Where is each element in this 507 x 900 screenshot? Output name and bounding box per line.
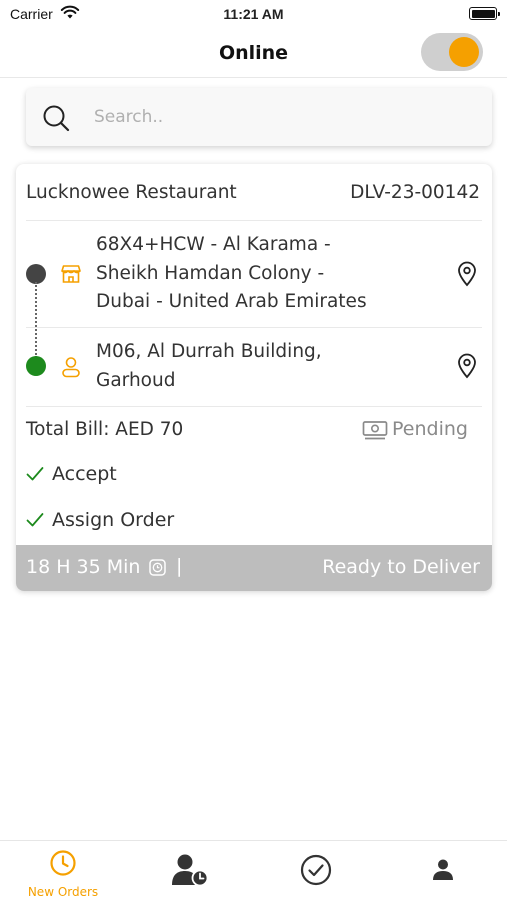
pickup-location-icon[interactable]	[456, 261, 478, 287]
order-card-header: Lucknowee Restaurant DLV-23-00142	[26, 182, 482, 208]
check-icon	[26, 466, 44, 486]
clock-icon	[49, 849, 77, 881]
route-line	[35, 282, 37, 358]
accept-label: Accept	[52, 463, 117, 485]
online-toggle[interactable]	[421, 33, 483, 71]
divider	[26, 327, 482, 328]
pickup-dot	[26, 264, 46, 284]
divider	[26, 406, 482, 407]
delivery-status: Ready to Deliver	[322, 556, 480, 578]
assign-order-action[interactable]: Assign Order	[26, 509, 226, 535]
tab-profile[interactable]	[380, 841, 506, 900]
elapsed-time: 18 H 35 Min	[26, 556, 141, 578]
customer-icon	[59, 355, 83, 379]
drop-address-line: M06, Al Durrah Building,	[96, 341, 322, 362]
pickup-address-line: 68X4+HCW - Al Karama -	[96, 234, 331, 255]
pickup-address-line: Sheikh Hamdan Colony -	[96, 262, 325, 284]
accept-action[interactable]: Accept	[26, 463, 186, 489]
order-footer-bar: 18 H 35 Min | Ready to Deliver	[16, 545, 492, 591]
check-circle-icon	[300, 854, 332, 890]
separator: |	[176, 555, 183, 577]
status-bar: Carrier 11:21 AM	[0, 0, 507, 28]
order-id: DLV-23-00142	[350, 182, 480, 203]
tab-new-orders-label: New Orders	[27, 885, 99, 899]
drop-address: M06, Al Durrah Building, Garhoud	[96, 338, 322, 395]
payment-status: Pending	[362, 418, 476, 444]
store-icon	[59, 262, 83, 286]
pickup-address-line: Dubai - United Arab Emirates	[96, 291, 367, 312]
total-bill: Total Bill: AED 70	[26, 419, 184, 440]
tab-completed[interactable]	[253, 841, 379, 900]
battery-icon	[469, 7, 500, 20]
drop-address-line: Garhoud	[96, 369, 176, 391]
check-icon	[26, 512, 44, 532]
order-card[interactable]: Lucknowee Restaurant DLV-23-00142 68X4+H…	[16, 164, 492, 591]
pickup-address: 68X4+HCW - Al Karama - Sheikh Hamdan Col…	[96, 231, 367, 317]
status-time: 11:21 AM	[223, 6, 284, 22]
search-bar	[26, 88, 492, 146]
timer-icon	[149, 559, 166, 580]
payment-status-label: Pending	[392, 418, 468, 440]
search-icon	[42, 104, 70, 136]
divider	[26, 220, 482, 221]
app-header: Online	[0, 28, 507, 78]
drop-dot	[26, 356, 46, 376]
restaurant-name: Lucknowee Restaurant	[26, 182, 237, 203]
cash-icon	[362, 420, 388, 446]
assign-order-label: Assign Order	[52, 509, 175, 531]
person-icon	[431, 858, 455, 886]
bottom-nav: New Orders	[0, 840, 507, 900]
tab-assigned[interactable]	[127, 841, 253, 900]
drop-location-icon[interactable]	[456, 353, 478, 379]
toggle-knob	[449, 37, 479, 67]
search-input[interactable]	[94, 104, 474, 130]
user-clock-icon	[170, 853, 210, 891]
tab-new-orders[interactable]: New Orders	[0, 841, 126, 900]
